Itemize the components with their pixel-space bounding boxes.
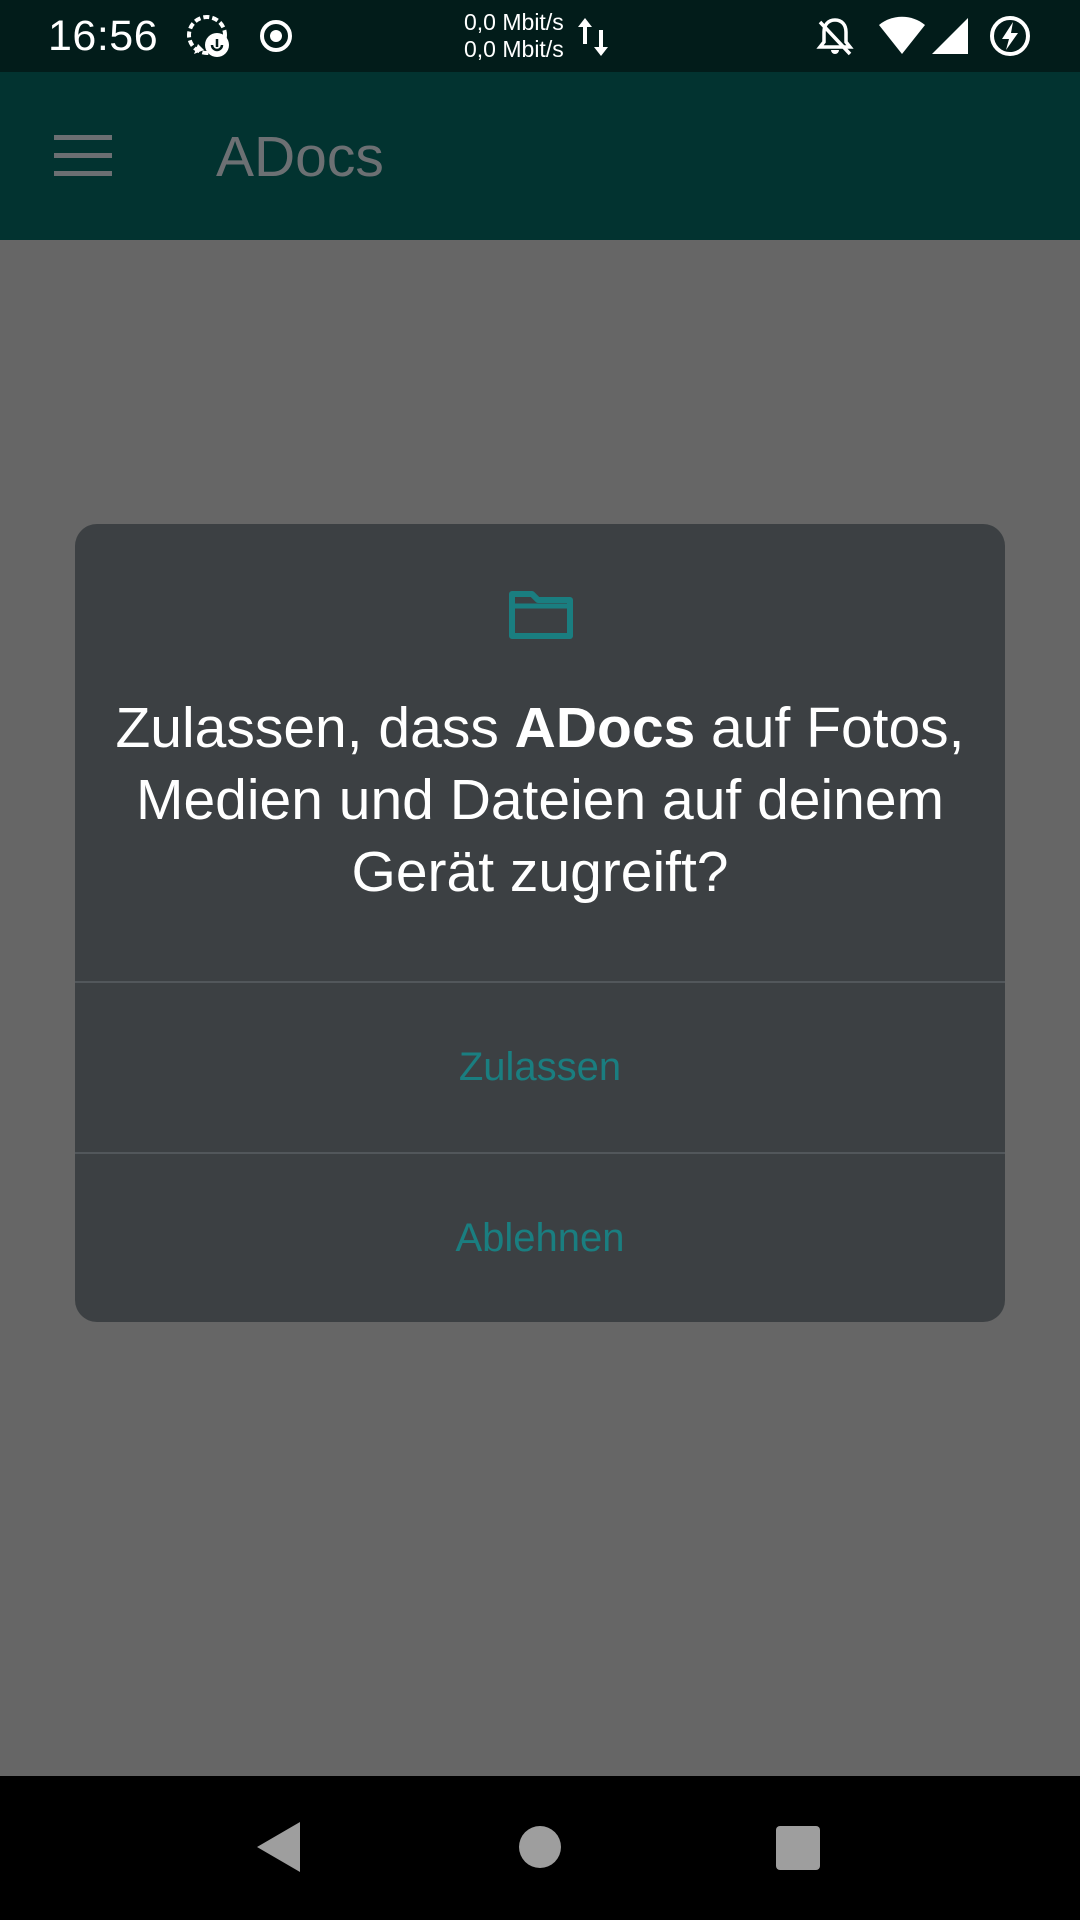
notifications-off-icon <box>816 18 854 56</box>
messenger-icon <box>187 15 229 57</box>
navigation-bar <box>0 1776 1080 1920</box>
allow-button[interactable]: Zulassen <box>75 983 1005 1151</box>
menu-icon[interactable] <box>54 135 112 177</box>
network-speed-down: 0,0 Mbit/s <box>464 36 564 62</box>
dialog-title: Zulassen, dass ADocs auf Fotos, Medien u… <box>115 692 965 908</box>
folder-icon <box>509 591 573 639</box>
back-icon[interactable] <box>254 1820 304 1874</box>
data-arrows-icon <box>578 18 608 56</box>
app-bar <box>0 72 1080 240</box>
home-icon[interactable] <box>518 1825 562 1869</box>
dialog-title-app: ADocs <box>514 696 696 760</box>
app-title: ADocs <box>216 125 384 189</box>
deny-button[interactable]: Ablehnen <box>75 1154 1005 1322</box>
network-speed: 0,0 Mbit/s 0,0 Mbit/s <box>464 9 564 63</box>
status-time: 16:56 <box>48 12 159 60</box>
cell-signal-icon <box>932 18 968 54</box>
status-bar: 16:56 0,0 Mbit/s 0,0 Mbit/s <box>0 0 1080 72</box>
recents-icon[interactable] <box>776 1826 820 1870</box>
record-icon <box>260 20 292 52</box>
battery-charging-icon <box>990 16 1030 56</box>
network-speed-up: 0,0 Mbit/s <box>464 9 564 35</box>
wifi-icon <box>879 16 925 54</box>
dialog-title-prefix: Zulassen, dass <box>115 696 515 760</box>
permission-dialog: Zulassen, dass ADocs auf Fotos, Medien u… <box>75 524 1005 1322</box>
